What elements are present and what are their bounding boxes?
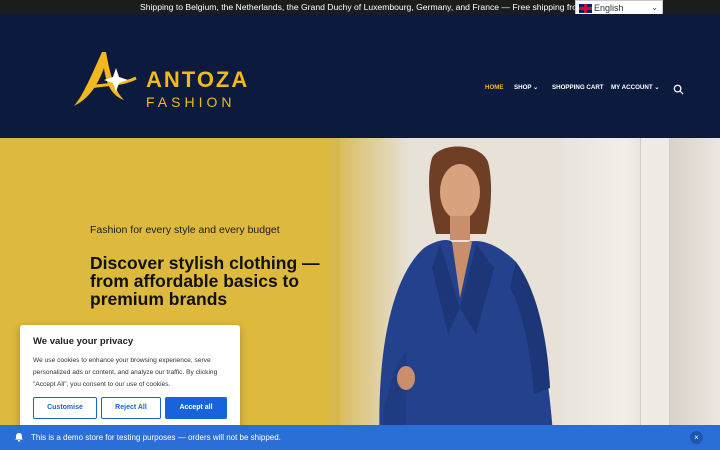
chevron-down-icon: ⌄	[652, 84, 660, 91]
cookie-dialog-body: We use cookies to enhance your browsing …	[33, 357, 218, 388]
nav-item-home[interactable]: HOME	[485, 84, 504, 91]
hero-model-image	[379, 146, 554, 450]
demo-store-notice: This is a demo store for testing purpose…	[0, 425, 720, 450]
nav-item-my-account[interactable]: MY ACCOUNT ⌄	[611, 84, 660, 91]
logo-wordmark[interactable]: ANTOZA	[146, 67, 249, 93]
chevron-down-icon: ⌄	[531, 84, 539, 91]
hero-background-pillar	[640, 138, 670, 450]
language-label: English	[594, 3, 624, 13]
reject-all-button[interactable]: Reject All	[101, 397, 161, 419]
site-header: ANTOZA FASHION HOME SHOP ⌄ SHOPPING CART…	[0, 14, 720, 138]
cookie-consent-dialog: We value your privacy We use cookies to …	[20, 325, 240, 429]
nav-item-shopping-cart[interactable]: SHOPPING CART	[552, 84, 604, 91]
uk-flag-icon	[579, 4, 592, 13]
accept-all-button[interactable]: Accept all	[165, 397, 227, 419]
cookie-dialog-title: We value your privacy	[33, 336, 134, 347]
announcement-text: Shipping to Belgium, the Netherlands, th…	[140, 2, 613, 12]
demo-notice-text: This is a demo store for testing purpose…	[31, 433, 281, 442]
nav-item-my-account-label: MY ACCOUNT	[611, 84, 653, 91]
close-icon[interactable]: ×	[690, 431, 703, 444]
logo-tagline: FASHION	[146, 94, 236, 110]
customise-button[interactable]: Customise	[33, 397, 97, 419]
chevron-down-icon: ⌄	[651, 3, 658, 12]
search-icon[interactable]	[673, 84, 684, 95]
nav-item-shop-label: SHOP	[514, 84, 532, 91]
bell-icon	[15, 433, 23, 442]
hero-subtitle: Fashion for every style and every budget	[90, 224, 280, 236]
hero-title: Discover stylish clothing — from afforda…	[90, 253, 320, 309]
nav-item-shop[interactable]: SHOP ⌄	[514, 84, 538, 91]
